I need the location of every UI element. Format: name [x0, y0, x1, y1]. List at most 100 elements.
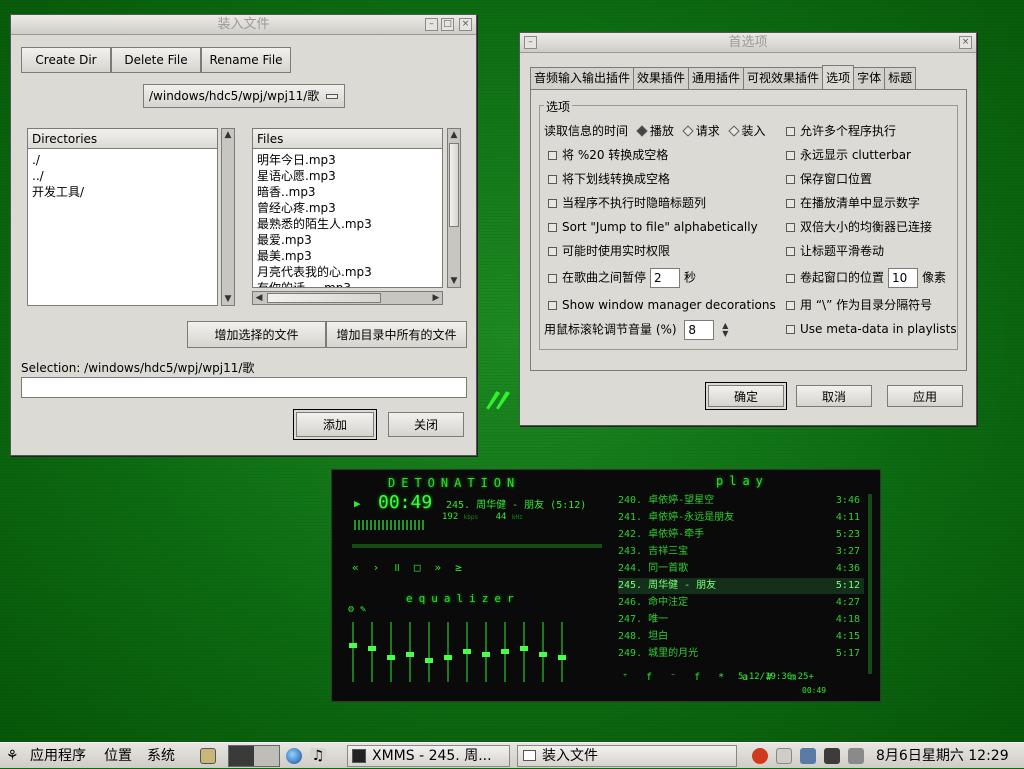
playlist-item[interactable]: 244. 同一首歌 4:36	[618, 561, 864, 577]
files-hscrollbar[interactable]: ◀ ▶	[252, 291, 443, 305]
checkbox[interactable]	[548, 273, 557, 283]
files-list[interactable]: Files 明年今日.mp3 星语心愿.mp3 暗香..mp3 曾经心疼.mp3 最熟悉…	[252, 128, 443, 288]
eq-band-knob[interactable]	[520, 646, 528, 651]
task-load-file[interactable]: 装入文件	[517, 745, 737, 767]
maximize-icon[interactable]: □	[441, 18, 454, 31]
select-icon[interactable]: *a	[718, 672, 766, 683]
stop-icon[interactable]: □	[414, 561, 435, 574]
clock[interactable]: 8月6日星期六 12:29	[876, 743, 1009, 769]
files-scrollbar[interactable]: ▲ ▼	[447, 128, 461, 288]
volume-icon[interactable]	[848, 748, 864, 764]
eq-band-knob[interactable]	[387, 655, 395, 660]
directories-list[interactable]: Directories ./../开发工具/	[27, 128, 218, 306]
tab-3[interactable]: 可视效果插件	[743, 67, 824, 89]
eq-band[interactable]	[523, 622, 525, 682]
file-item[interactable]: 明年今日.mp3	[257, 152, 438, 168]
tab-0[interactable]: 音频输入输出插件	[530, 67, 635, 89]
position-slider[interactable]	[352, 544, 602, 548]
directories-header[interactable]: Directories	[28, 129, 217, 149]
eq-band-knob[interactable]	[482, 652, 490, 657]
eq-band-knob[interactable]	[368, 646, 376, 651]
file-item[interactable]: 月亮代表我的心.mp3	[257, 264, 438, 280]
file-item[interactable]: 最爱.mp3	[257, 232, 438, 248]
scroll-down-icon[interactable]: ▼	[448, 275, 460, 287]
eq-band-knob[interactable]	[539, 652, 547, 657]
file-item[interactable]: 曾经心疼.mp3	[257, 200, 438, 216]
checkbox[interactable]	[786, 325, 795, 334]
checkbox[interactable]	[786, 151, 795, 160]
eject-icon[interactable]: ≥	[455, 561, 476, 574]
file-item[interactable]: 星语心愿.mp3	[257, 168, 438, 184]
checkbox[interactable]	[786, 247, 795, 256]
playlist-item[interactable]: 249. 城里的月光 5:17	[618, 646, 864, 662]
eq-band-knob[interactable]	[349, 643, 357, 648]
checkbox[interactable]	[786, 199, 795, 208]
spin-arrows-icon[interactable]: ▲ ▼	[722, 322, 728, 338]
tab-5[interactable]: 字体	[853, 67, 886, 89]
eq-band[interactable]	[371, 622, 373, 682]
remove-icon[interactable]: ⁻f	[670, 672, 718, 683]
delete-file-button[interactable]: Delete File	[111, 47, 201, 73]
gnome-foot-icon[interactable]: ⚘	[6, 743, 19, 769]
playlist-item[interactable]: 246. 命中注定 4:27	[618, 595, 864, 611]
pause-icon[interactable]: ॥	[393, 561, 414, 574]
eq-band[interactable]	[352, 622, 354, 682]
add-button[interactable]: 添加	[293, 409, 377, 440]
add-selected-files-button[interactable]: 增加选择的文件	[187, 321, 326, 348]
network-icon[interactable]	[824, 748, 840, 764]
prev-icon[interactable]: «	[352, 561, 373, 574]
eq-on-icon[interactable]: ⚙ ✎	[348, 604, 366, 615]
eq-band[interactable]	[428, 622, 430, 682]
misc-icon[interactable]: #m	[766, 672, 814, 683]
workspace-switcher[interactable]	[228, 745, 280, 767]
eq-band-knob[interactable]	[558, 655, 566, 660]
show-desktop-icon[interactable]	[200, 748, 216, 764]
preferences-titlebar[interactable]: 首选项 – ×	[520, 33, 976, 53]
file-dialog-titlebar[interactable]: 装入文件 – □ ×	[11, 15, 476, 35]
playlist-scrollbar[interactable]	[868, 494, 872, 674]
apply-button[interactable]: 应用	[887, 385, 963, 407]
file-item[interactable]: 暗香..mp3	[257, 184, 438, 200]
radio-play[interactable]	[636, 125, 648, 137]
eq-band[interactable]	[447, 622, 449, 682]
playlist-item[interactable]: 247. 唯一 4:18	[618, 612, 864, 628]
path-combo[interactable]: /windows/hdc5/wpj/wpj11/歌	[143, 84, 345, 108]
music-note-icon[interactable]: ♫	[310, 748, 326, 764]
file-item[interactable]: 最熟悉的陌生人.mp3	[257, 216, 438, 232]
browser-icon[interactable]	[286, 748, 302, 764]
create-dir-button[interactable]: Create Dir	[21, 47, 111, 73]
wheel-volume-input[interactable]: 8	[684, 320, 715, 340]
checkbox[interactable]	[548, 199, 557, 208]
eq-band[interactable]	[390, 622, 392, 682]
scroll-right-icon[interactable]: ▶	[430, 292, 442, 304]
pause-seconds-input[interactable]: 2	[650, 268, 681, 288]
playlist-item[interactable]: 243. 吉祥三宝 3:27	[618, 544, 864, 560]
directory-item[interactable]: ../	[32, 168, 213, 184]
checkbox[interactable]	[548, 301, 557, 310]
update-notifier-icon[interactable]	[752, 748, 768, 764]
eq-band-knob[interactable]	[501, 649, 509, 654]
checkbox[interactable]	[786, 127, 795, 136]
radio-load[interactable]	[727, 125, 740, 137]
checkbox[interactable]	[786, 223, 795, 232]
cancel-button[interactable]: 取消	[796, 385, 872, 407]
selection-input[interactable]	[21, 377, 467, 398]
checkbox[interactable]	[548, 175, 557, 184]
scroll-thumb[interactable]	[449, 143, 459, 227]
eq-band-knob[interactable]	[444, 655, 452, 660]
scroll-left-icon[interactable]: ◀	[253, 292, 265, 304]
file-item[interactable]: 最美.mp3	[257, 248, 438, 264]
playlist-item[interactable]: 241. 卓依婷-永远是朋友 4:11	[618, 510, 864, 526]
tab-1[interactable]: 效果插件	[633, 67, 690, 89]
directory-item[interactable]: 开发工具/	[32, 184, 213, 200]
tab-4[interactable]: 选项	[822, 65, 855, 89]
checkbox[interactable]	[548, 151, 557, 160]
window-menu-icon[interactable]: –	[524, 36, 537, 49]
tab-2[interactable]: 通用插件	[688, 67, 745, 89]
add-all-files-button[interactable]: 增加目录中所有的文件	[326, 321, 467, 348]
play-icon[interactable]: ›	[373, 561, 394, 574]
places-menu[interactable]: 位置	[104, 743, 132, 769]
checkbox[interactable]	[786, 175, 795, 184]
scroll-up-icon[interactable]: ▲	[448, 129, 460, 141]
printer-icon[interactable]	[776, 748, 792, 764]
